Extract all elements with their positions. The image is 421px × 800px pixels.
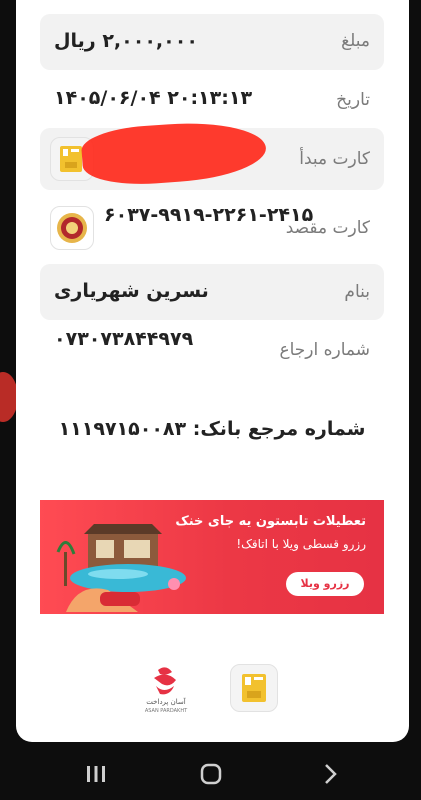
- bank-app-logo-icon: [230, 664, 278, 712]
- reference-row: شماره ارجاع ۰۷۳۰۷۳۸۴۴۹۷۹: [40, 322, 384, 382]
- receipt-card: مبلغ ۲,۰۰۰,۰۰۰ ریال تاریخ ۱۴۰۵/۰۶/۰۴ ۲۰:…: [16, 0, 409, 742]
- back-icon[interactable]: [312, 760, 348, 788]
- name-label: بنام: [344, 282, 370, 302]
- phone-screen: مبلغ ۲,۰۰۰,۰۰۰ ریال تاریخ ۱۴۰۵/۰۶/۰۴ ۲۰:…: [0, 0, 421, 800]
- date-label: تاریخ: [336, 90, 370, 110]
- name-row: بنام نسرین شهریاری: [40, 264, 384, 320]
- amount-row: مبلغ ۲,۰۰۰,۰۰۰ ریال: [40, 14, 384, 70]
- promo-banner[interactable]: تعطیلات تابستون یه جای خنک رزرو قسطی ویل…: [40, 500, 384, 614]
- amount-label: مبلغ: [341, 31, 370, 51]
- bank-reference: شماره مرجع بانک: ۱۱۱۹۷۱۵۰۰۸۳: [58, 418, 366, 440]
- svg-text:ASAN PARDAKHT: ASAN PARDAKHT: [145, 708, 188, 714]
- dest-card-number: ۶۰۳۷-۹۹۱۹-۲۲۶۱-۲۴۱۵: [104, 204, 314, 226]
- home-icon[interactable]: [193, 760, 229, 788]
- banner-subline: رزرو قسطی ویلا با اتاقک!: [236, 537, 366, 551]
- source-card-label: کارت مبدأ: [299, 149, 370, 169]
- bank-melli-logo-icon: [50, 206, 94, 250]
- system-nav-bar: [0, 748, 421, 800]
- recent-apps-icon[interactable]: [78, 760, 114, 788]
- date-value: ۱۴۰۵/۰۶/۰۴ ۲۰:۱۳:۱۳: [54, 87, 253, 109]
- reference-value: ۰۷۳۰۷۳۸۴۴۹۷۹: [54, 328, 194, 350]
- svg-text:آسان پرداخت: آسان پرداخت: [146, 697, 186, 706]
- banner-headline: تعطیلات تابستون یه جای خنک: [175, 514, 366, 529]
- name-value: نسرین شهریاری: [54, 280, 209, 302]
- amount-value: ۲,۰۰۰,۰۰۰ ریال: [54, 30, 198, 52]
- reserve-villa-button[interactable]: رزرو ویلا: [286, 572, 364, 596]
- banner-text: تعطیلات تابستون یه جای خنک رزرو قسطی ویل…: [175, 514, 366, 551]
- dest-card-row: کارت مقصد ۶۰۳۷-۹۹۱۹-۲۲۶۱-۲۴۱۵: [40, 198, 384, 260]
- asan-pardakht-logo: آسان پرداخت ASAN PARDAKHT: [136, 664, 196, 714]
- reference-label: شماره ارجاع: [279, 340, 370, 360]
- date-row: تاریخ ۱۴۰۵/۰۶/۰۴ ۲۰:۱۳:۱۳: [40, 76, 384, 124]
